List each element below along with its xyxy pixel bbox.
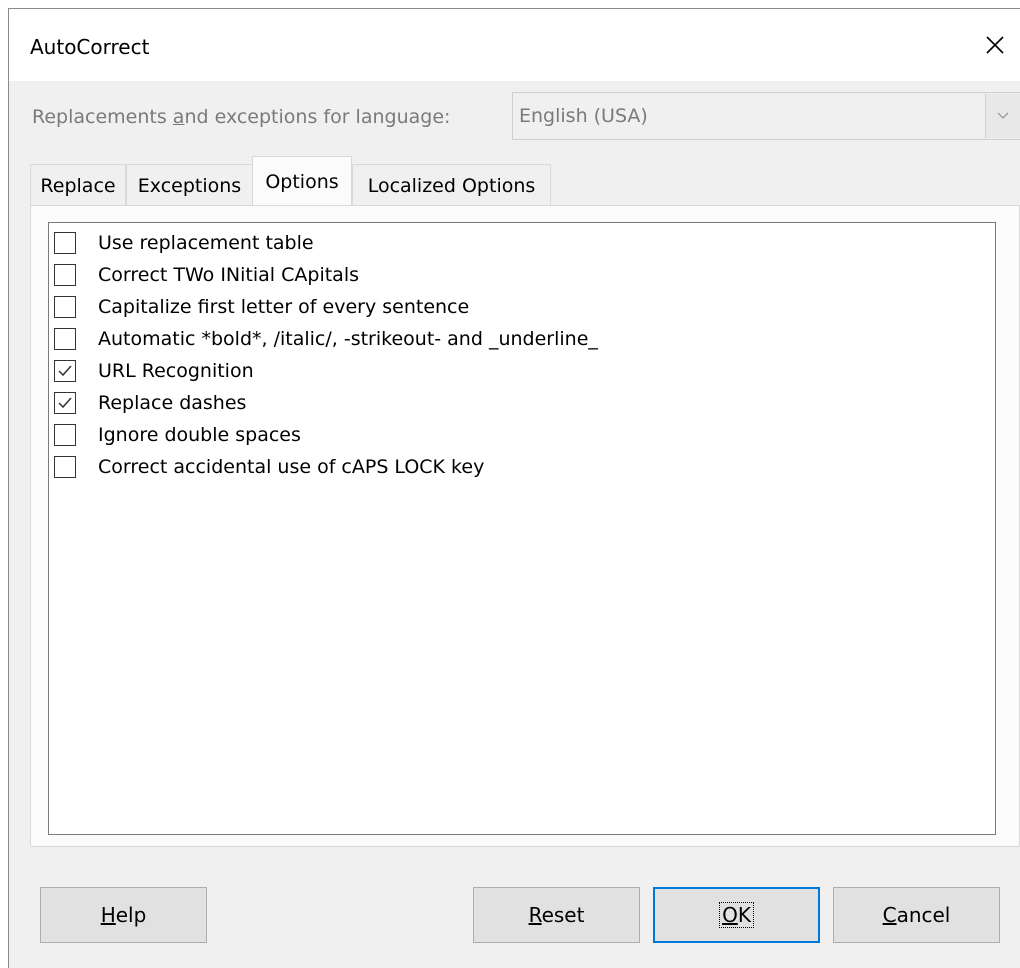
list-item[interactable]: Automatic *bold*, /italic/, -strikeout- … (54, 324, 598, 354)
checkbox[interactable] (54, 392, 76, 414)
tab-label: Replace (40, 174, 116, 197)
cancel-button-label: Cancel (883, 903, 951, 927)
checkbox[interactable] (54, 456, 76, 478)
tab-label: Exceptions (137, 174, 242, 197)
tab-replace[interactable]: Replace (30, 164, 126, 206)
options-panel: Use replacement table Correct TWo INitia… (30, 205, 1020, 847)
option-label: Capitalize first letter of every sentenc… (98, 296, 470, 318)
dialog-title: AutoCorrect (30, 35, 150, 59)
list-item[interactable]: URL Recognition (54, 356, 254, 386)
checkbox[interactable] (54, 296, 76, 318)
option-label: Use replacement table (98, 232, 314, 254)
ok-button[interactable]: OK (653, 887, 820, 943)
cancel-button[interactable]: Cancel (833, 887, 1000, 943)
ok-button-label: OK (719, 902, 754, 928)
language-label-part: Replacements (32, 106, 173, 128)
checkmark-icon (58, 397, 72, 409)
checkbox[interactable] (54, 264, 76, 286)
list-item[interactable]: Use replacement table (54, 228, 314, 258)
checkbox[interactable] (54, 360, 76, 382)
checkbox[interactable] (54, 232, 76, 254)
close-icon (986, 36, 1004, 54)
option-label: Correct accidental use of cAPS LOCK key (98, 456, 485, 478)
tab-label: Options (265, 170, 339, 193)
accel-key: C (882, 903, 897, 927)
chevron-down-icon (997, 112, 1009, 119)
reset-button-label: Reset (529, 903, 585, 927)
tab-label: Localized Options (367, 174, 536, 197)
checkbox[interactable] (54, 424, 76, 446)
option-label: Automatic *bold*, /italic/, -strikeout- … (98, 328, 598, 350)
language-select[interactable]: English (USA) (512, 92, 1020, 140)
list-item[interactable]: Capitalize first letter of every sentenc… (54, 292, 469, 322)
label-rest: eset (541, 903, 585, 927)
option-label: URL Recognition (98, 360, 254, 382)
autocorrect-dialog: AutoCorrect Replacements and exceptions … (8, 8, 1020, 968)
checkbox[interactable] (54, 328, 76, 350)
tab-exceptions[interactable]: Exceptions (126, 164, 253, 206)
reset-button[interactable]: Reset (473, 887, 640, 943)
options-list[interactable]: Use replacement table Correct TWo INitia… (48, 222, 996, 835)
language-dropdown-button[interactable] (985, 94, 1020, 138)
option-label: Ignore double spaces (98, 424, 301, 446)
checkmark-icon (58, 365, 72, 377)
label-rest: K (737, 903, 751, 927)
label-rest: elp (115, 903, 147, 927)
tab-options[interactable]: Options (252, 156, 352, 206)
option-label: Replace dashes (98, 392, 247, 414)
language-label-part: nd exceptions for language: (184, 106, 451, 128)
accel-key: O (722, 903, 738, 927)
language-select-value: English (USA) (519, 105, 648, 127)
list-item[interactable]: Correct accidental use of cAPS LOCK key (54, 452, 484, 482)
title-bar[interactable]: AutoCorrect (9, 9, 1020, 81)
accel-key: R (528, 903, 542, 927)
language-label-accel: a (172, 106, 185, 128)
list-item[interactable]: Replace dashes (54, 388, 246, 418)
tab-localized-options[interactable]: Localized Options (352, 164, 551, 206)
label-rest: ancel (896, 903, 951, 927)
list-item[interactable]: Correct TWo INitial CApitals (54, 260, 359, 290)
help-button[interactable]: Help (40, 887, 207, 943)
list-item[interactable]: Ignore double spaces (54, 420, 301, 450)
close-button[interactable] (977, 27, 1013, 63)
language-label: Replacements and exceptions for language… (32, 106, 450, 128)
help-button-label: Help (101, 903, 147, 927)
accel-key: H (100, 903, 116, 927)
option-label: Correct TWo INitial CApitals (98, 264, 359, 286)
